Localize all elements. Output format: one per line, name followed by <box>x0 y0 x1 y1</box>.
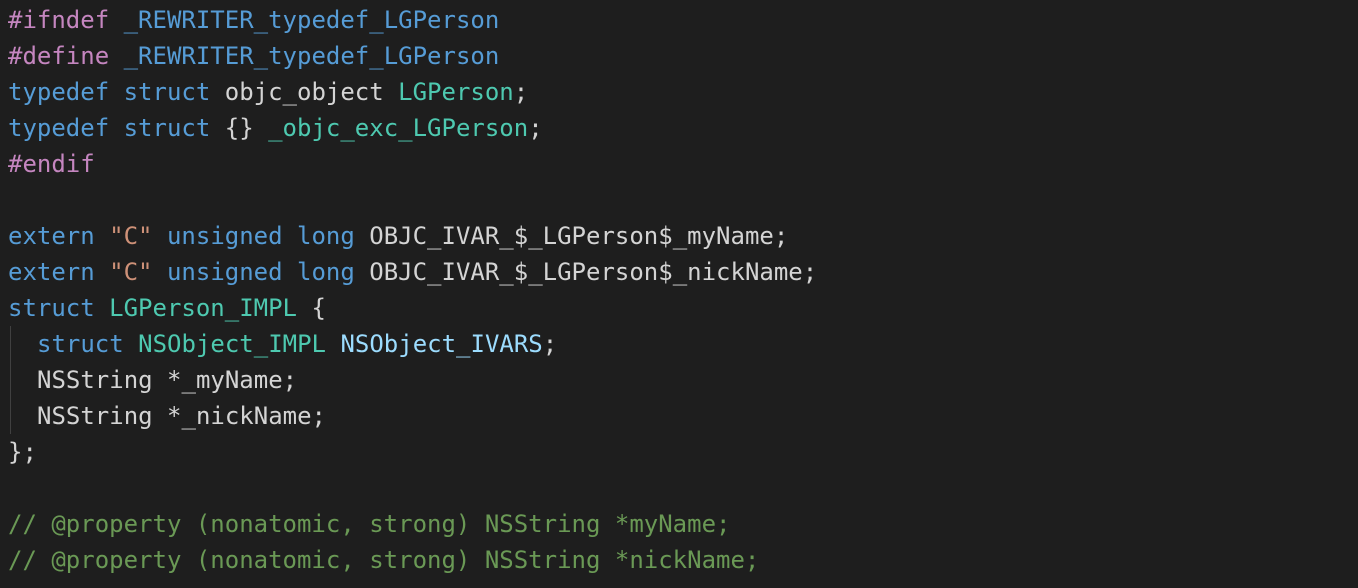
code-token: NSObject_IMPL <box>138 330 326 358</box>
code-token: long <box>297 258 355 286</box>
code-line[interactable]: // @property (nonatomic, strong) NSStrin… <box>0 506 1358 542</box>
code-token: unsigned <box>166 222 283 250</box>
code-token: unsigned <box>166 258 283 286</box>
code-token: NSObject_IVARS <box>340 330 543 358</box>
code-editor[interactable]: #ifndef _REWRITER_typedef_LGPerson #defin… <box>0 0 1358 588</box>
code-token: typedef <box>8 114 110 142</box>
code-token: _REWRITER_typedef_LGPerson <box>123 42 500 70</box>
code-token: ; <box>528 114 543 142</box>
code-token: extern <box>8 222 95 250</box>
code-token: extern <box>8 258 95 286</box>
code-token: NSString *_myName; <box>37 366 298 394</box>
code-line[interactable]: typedef struct objc_object LGPerson; <box>0 74 1358 110</box>
code-line[interactable]: struct NSObject_IMPL NSObject_IVARS; <box>0 326 1358 362</box>
code-line[interactable]: NSString *_nickName; <box>0 398 1358 434</box>
code-token: _REWRITER_typedef_LGPerson <box>123 6 500 34</box>
code-token: typedef <box>8 78 110 106</box>
code-token: #define <box>8 42 110 70</box>
code-line[interactable] <box>0 182 1358 218</box>
code-line[interactable]: extern "C" unsigned long OBJC_IVAR_$_LGP… <box>0 254 1358 290</box>
code-token: LGPerson_IMPL <box>109 294 297 322</box>
code-token: // @property (nonatomic, strong) NSStrin… <box>8 546 760 574</box>
code-token: // @property (nonatomic, strong) NSStrin… <box>8 510 731 538</box>
code-token: objc_object <box>210 78 399 106</box>
code-token: "C" <box>109 258 153 286</box>
indent-guide <box>10 326 11 362</box>
code-line[interactable]: #ifndef _REWRITER_typedef_LGPerson <box>0 2 1358 38</box>
code-token: _objc_exc_LGPerson <box>268 114 529 142</box>
code-token: #ifndef <box>8 6 110 34</box>
code-token: struct <box>123 114 211 142</box>
code-token: ; <box>513 78 529 106</box>
code-token: NSString *_nickName; <box>37 402 326 430</box>
code-line[interactable]: // @property (nonatomic, strong) NSStrin… <box>0 542 1358 578</box>
code-line[interactable]: #endif <box>0 146 1358 182</box>
code-line[interactable]: #define _REWRITER_typedef_LGPerson <box>0 38 1358 74</box>
code-token: { <box>297 294 326 322</box>
code-token: "C" <box>109 222 153 250</box>
indent-guide <box>10 362 11 398</box>
indent-guide <box>10 398 11 434</box>
code-token: struct <box>8 294 95 322</box>
code-token: OBJC_IVAR_$_LGPerson$_nickName; <box>354 258 818 286</box>
code-token: struct <box>123 78 211 106</box>
code-token: struct <box>37 330 124 358</box>
code-token: }; <box>8 438 37 466</box>
code-line[interactable]: extern "C" unsigned long OBJC_IVAR_$_LGP… <box>0 218 1358 254</box>
code-token: ; <box>542 330 558 358</box>
code-line[interactable]: }; <box>0 434 1358 470</box>
code-token: OBJC_IVAR_$_LGPerson$_myName; <box>354 222 789 250</box>
code-token: #endif <box>8 150 95 178</box>
code-line[interactable]: typedef struct {} _objc_exc_LGPerson; <box>0 110 1358 146</box>
code-token: long <box>297 222 355 250</box>
code-line[interactable]: struct LGPerson_IMPL { <box>0 290 1358 326</box>
code-line[interactable]: NSString *_myName; <box>0 362 1358 398</box>
code-token: {} <box>210 114 269 142</box>
code-line[interactable] <box>0 470 1358 506</box>
code-token: LGPerson <box>398 78 514 106</box>
